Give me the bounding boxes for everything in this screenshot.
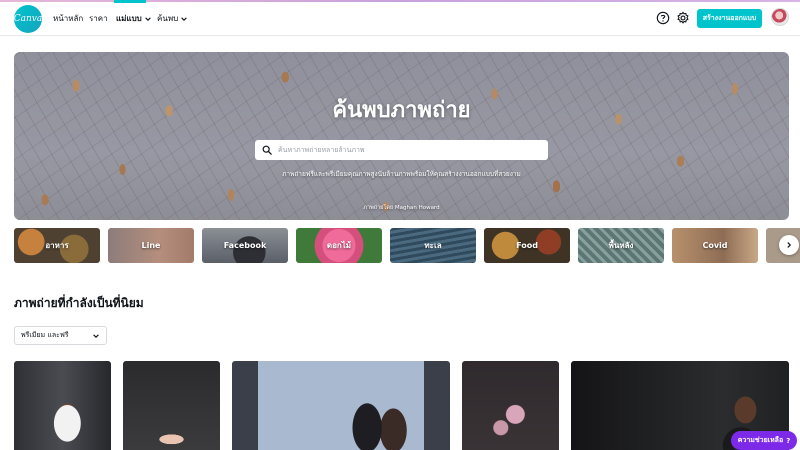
hero-title: ค้นพบภาพถ่าย — [332, 98, 471, 123]
category-label: ดอกไม้ — [326, 241, 352, 250]
license-filter-dropdown[interactable]: พรีเมียม และฟรี — [14, 326, 107, 345]
category-tile[interactable]: ดอกไม้ — [296, 228, 382, 263]
nav-templates-label: แม่แบบ — [116, 14, 142, 23]
category-label: Line — [141, 241, 161, 250]
hero-overlay — [14, 52, 789, 220]
chevron-down-icon — [144, 16, 151, 21]
photo-thumbnail[interactable] — [14, 361, 111, 450]
carousel-next-button[interactable] — [779, 235, 799, 255]
nav-discover-label: ค้นพบ — [157, 14, 179, 23]
category-label: Covid — [702, 241, 728, 250]
photo-thumbnail[interactable] — [462, 361, 559, 450]
gear-icon[interactable] — [676, 11, 690, 25]
photo-thumbnail[interactable] — [232, 361, 450, 450]
nav-home-label: หน้าหลัก — [53, 14, 84, 23]
photo-search-input[interactable] — [278, 146, 528, 154]
category-tile[interactable]: Food — [484, 228, 570, 263]
chevron-down-icon — [93, 333, 99, 338]
question-mark-icon: ? — [786, 436, 791, 445]
category-tile[interactable]: Facebook — [202, 228, 288, 263]
canva-logo[interactable]: Canva — [14, 5, 42, 33]
help-button[interactable]: ความช่วยเหลือ ? — [731, 431, 797, 450]
hero-photo-credit[interactable]: ภาพถ่ายโดย Maghan Howard — [14, 204, 789, 212]
photo-search-box[interactable] — [255, 140, 548, 160]
top-navigation-bar: Canva หน้าหลัก ราคา แม่แบบ ค้นพบ สร้างงา… — [0, 0, 800, 36]
user-avatar[interactable] — [771, 8, 789, 26]
nav-pricing-label: ราคา — [89, 14, 108, 23]
nav-templates[interactable]: แม่แบบ — [116, 12, 152, 25]
category-tile[interactable]: พื้นหลัง — [578, 228, 664, 263]
chevron-down-icon — [181, 16, 187, 21]
nav-pricing[interactable]: ราคา — [89, 12, 108, 25]
filter-selected-value: พรีเมียม และฟรี — [21, 331, 69, 339]
hero-subtitle: ภาพถ่ายฟรีและพรีเมียมคุณภาพสูงนับล้านภาพ… — [282, 170, 521, 178]
category-label: Facebook — [223, 241, 267, 250]
help-label: ความช่วยเหลือ — [737, 436, 784, 444]
chevron-right-icon — [787, 242, 792, 248]
photo-thumbnail[interactable] — [123, 361, 220, 450]
nav-home[interactable]: หน้าหลัก — [53, 12, 83, 25]
search-icon — [262, 145, 272, 155]
hero-banner: ค้นพบภาพถ่าย ภาพถ่ายฟรีและพรีเมียมคุณภาพ… — [14, 52, 789, 220]
nav-discover[interactable]: ค้นพบ — [157, 12, 188, 25]
category-tile[interactable]: ทะเล — [390, 228, 476, 263]
question-circle-icon[interactable] — [656, 11, 670, 25]
category-tile[interactable]: Line — [108, 228, 194, 263]
category-tile[interactable]: Covid — [672, 228, 758, 263]
create-design-button[interactable]: สร้างงานออกแบบ — [697, 9, 762, 28]
category-carousel: อาหาร Line Facebook ดอกไม้ ทะเล Food พื้… — [14, 228, 800, 264]
category-label: Food — [516, 241, 538, 250]
nav-active-indicator — [114, 0, 146, 3]
category-tile[interactable]: อาหาร — [14, 228, 100, 263]
category-label: อาหาร — [45, 241, 69, 250]
popular-photos-title: ภาพถ่ายที่กำลังเป็นที่นิยม — [14, 296, 144, 310]
category-label: ทะเล — [424, 241, 442, 250]
category-label: พื้นหลัง — [608, 241, 634, 250]
